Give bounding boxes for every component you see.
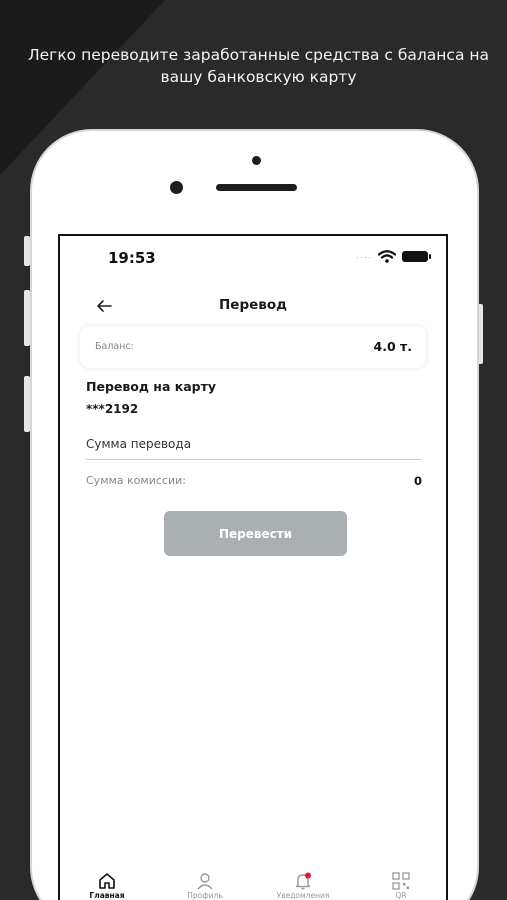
notification-badge	[305, 872, 311, 879]
front-camera	[252, 156, 261, 165]
tab-notifications[interactable]: Уведомления	[268, 872, 338, 900]
qr-icon	[392, 872, 410, 890]
tab-profile-label: Профиль	[187, 891, 223, 900]
battery-icon	[402, 251, 431, 262]
amount-field[interactable]	[86, 432, 422, 460]
profile-icon	[197, 873, 213, 890]
bottom-tab-bar: Главная Профиль Уведомления QR	[60, 872, 446, 900]
app-screen: 19:53 ···· Перевод Баланс: 4.0 т. Перево…	[58, 234, 448, 900]
promo-text: Легко переводите заработанные средства с…	[27, 46, 490, 86]
tab-notifications-label: Уведомления	[276, 891, 330, 900]
balance-value: 4.0 т.	[373, 339, 413, 354]
status-time: 19:53	[108, 249, 156, 267]
fee-label: Сумма комиссии:	[86, 474, 186, 487]
status-icons: ····	[356, 250, 431, 263]
card-number[interactable]: ***2192	[86, 402, 138, 416]
signal-icon: ····	[356, 251, 372, 262]
amount-input[interactable]	[86, 432, 422, 456]
wifi-icon	[378, 250, 396, 263]
fee-value: 0	[413, 474, 422, 488]
tab-home[interactable]: Главная	[72, 872, 142, 900]
card-transfer-label: Перевод на карту	[86, 379, 216, 394]
proximity-sensor	[170, 181, 183, 194]
screen-header: Перевод	[60, 292, 446, 322]
balance-label: Баланс:	[95, 341, 134, 352]
tab-qr-label: QR	[395, 891, 407, 900]
tab-profile[interactable]: Профиль	[170, 872, 240, 900]
bell-icon	[295, 872, 311, 890]
home-icon	[99, 873, 115, 889]
page-title: Перевод	[219, 297, 287, 313]
balance-card: Баланс: 4.0 т.	[80, 326, 426, 368]
tab-qr[interactable]: QR	[366, 872, 436, 900]
tab-home-label: Главная	[89, 891, 125, 900]
earpiece-speaker	[216, 184, 297, 191]
transfer-button[interactable]: Перевести	[164, 511, 347, 556]
